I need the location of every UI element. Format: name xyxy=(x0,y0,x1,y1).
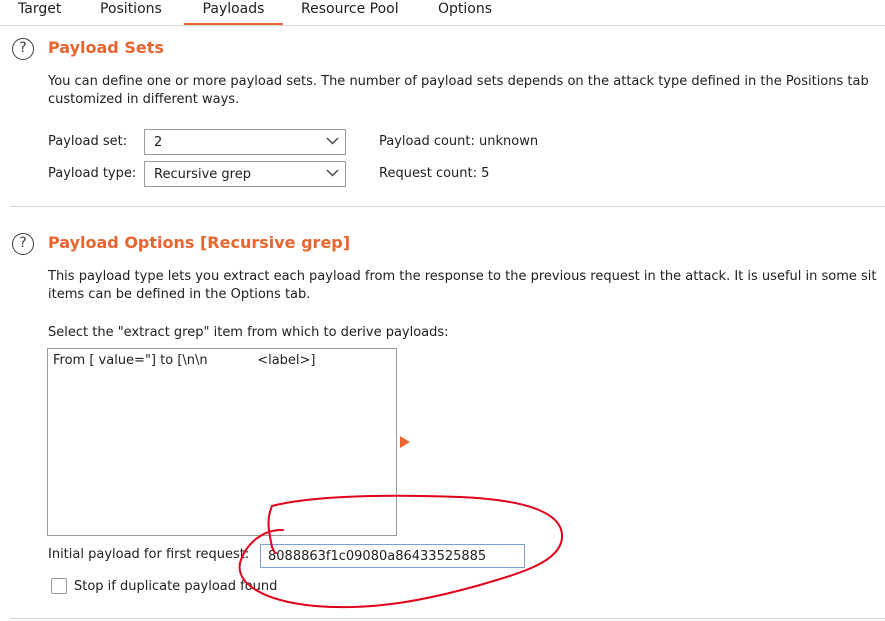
payload-type-select[interactable]: Recursive grep xyxy=(144,161,346,187)
help-circle-icon[interactable]: ? xyxy=(12,233,34,255)
payload-count: Payload count: unknown xyxy=(379,134,539,149)
request-count: Request count: 5 xyxy=(379,166,490,181)
payload-set-select[interactable]: 2 xyxy=(144,129,346,155)
list-item[interactable]: From [ value="] to [\n\n <label>] xyxy=(53,353,316,368)
payload-type-value: Recursive grep xyxy=(154,167,251,182)
payload-options-description: This payload type lets you extract each … xyxy=(48,269,877,284)
tab-bar: Target Positions Payloads Resource Pool … xyxy=(0,0,885,26)
payload-sets-description: You can define one or more payload sets.… xyxy=(48,74,869,89)
payload-options-description-cont: items can be defined in the Options tab. xyxy=(48,287,311,302)
stop-duplicate-label: Stop if duplicate payload found xyxy=(74,579,278,594)
payload-sets-description-cont: customized in different ways. xyxy=(48,92,240,107)
initial-payload-label: Initial payload for first request: xyxy=(48,547,250,562)
tab-target[interactable]: Target xyxy=(18,1,61,17)
tab-resource-pool[interactable]: Resource Pool xyxy=(301,1,399,17)
section-divider xyxy=(10,206,885,207)
help-circle-icon[interactable]: ? xyxy=(12,38,34,60)
collapse-arrow-icon[interactable] xyxy=(400,436,410,448)
payload-sets-title: Payload Sets xyxy=(48,38,164,57)
section-divider xyxy=(10,618,885,619)
tab-payloads[interactable]: Payloads xyxy=(184,1,283,25)
payload-set-label: Payload set: xyxy=(48,134,128,149)
tab-options[interactable]: Options xyxy=(438,1,492,17)
payload-set-value: 2 xyxy=(154,135,163,150)
payload-options-title: Payload Options [Recursive grep] xyxy=(48,233,351,252)
extract-grep-list[interactable]: From [ value="] to [\n\n <label>] xyxy=(47,348,397,536)
initial-payload-input[interactable] xyxy=(260,544,525,568)
chevron-down-icon xyxy=(326,137,339,145)
payload-type-label: Payload type: xyxy=(48,166,137,181)
tab-positions[interactable]: Positions xyxy=(100,1,162,17)
chevron-down-icon xyxy=(326,169,339,177)
stop-duplicate-checkbox[interactable] xyxy=(51,578,67,594)
extract-grep-label: Select the "extract grep" item from whic… xyxy=(48,325,449,340)
